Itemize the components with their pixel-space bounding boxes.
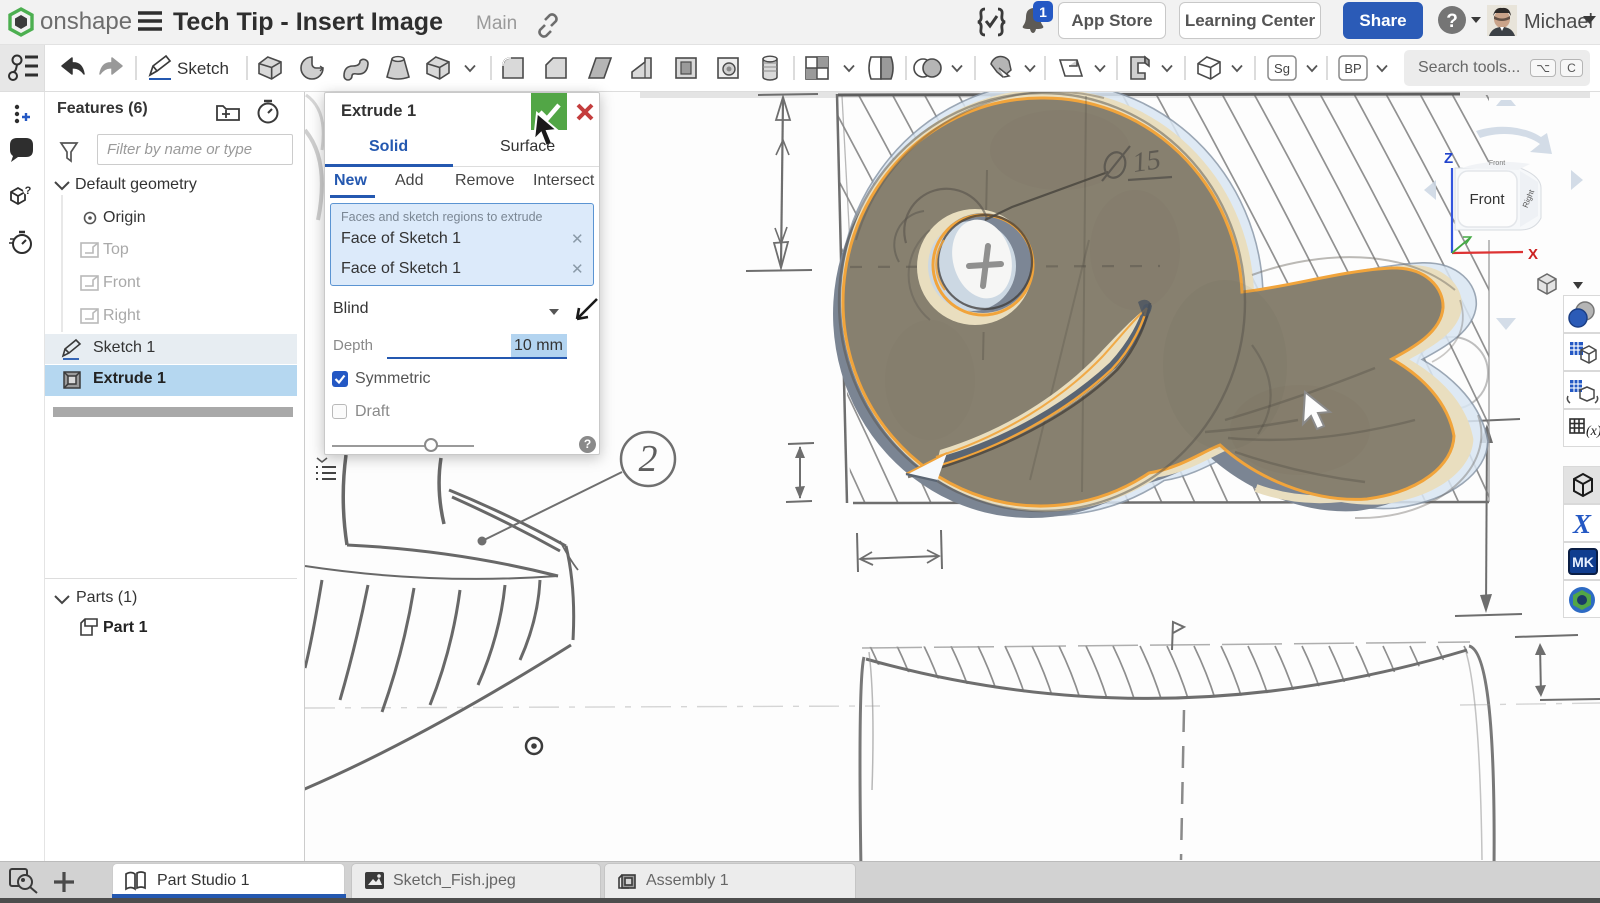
svg-text:?: ? [25, 185, 32, 197]
svg-text:Z: Z [1444, 150, 1453, 167]
svg-text:?: ? [1446, 11, 1458, 32]
svg-text:MK: MK [1572, 554, 1594, 570]
svg-text:X: X [1572, 509, 1592, 539]
svg-text:Front: Front [1489, 160, 1505, 167]
svg-text:Front: Front [1469, 191, 1505, 208]
svg-text:15: 15 [1131, 144, 1163, 179]
svg-text:Sg: Sg [1274, 61, 1290, 76]
svg-text:2: 2 [639, 438, 658, 480]
svg-text:BP: BP [1344, 61, 1361, 76]
svg-text:X: X [1528, 246, 1538, 263]
svg-text:Sketch: Sketch [177, 59, 229, 78]
svg-text:(x): (x) [1586, 424, 1600, 439]
svg-text:Michael: Michael [1524, 11, 1593, 33]
